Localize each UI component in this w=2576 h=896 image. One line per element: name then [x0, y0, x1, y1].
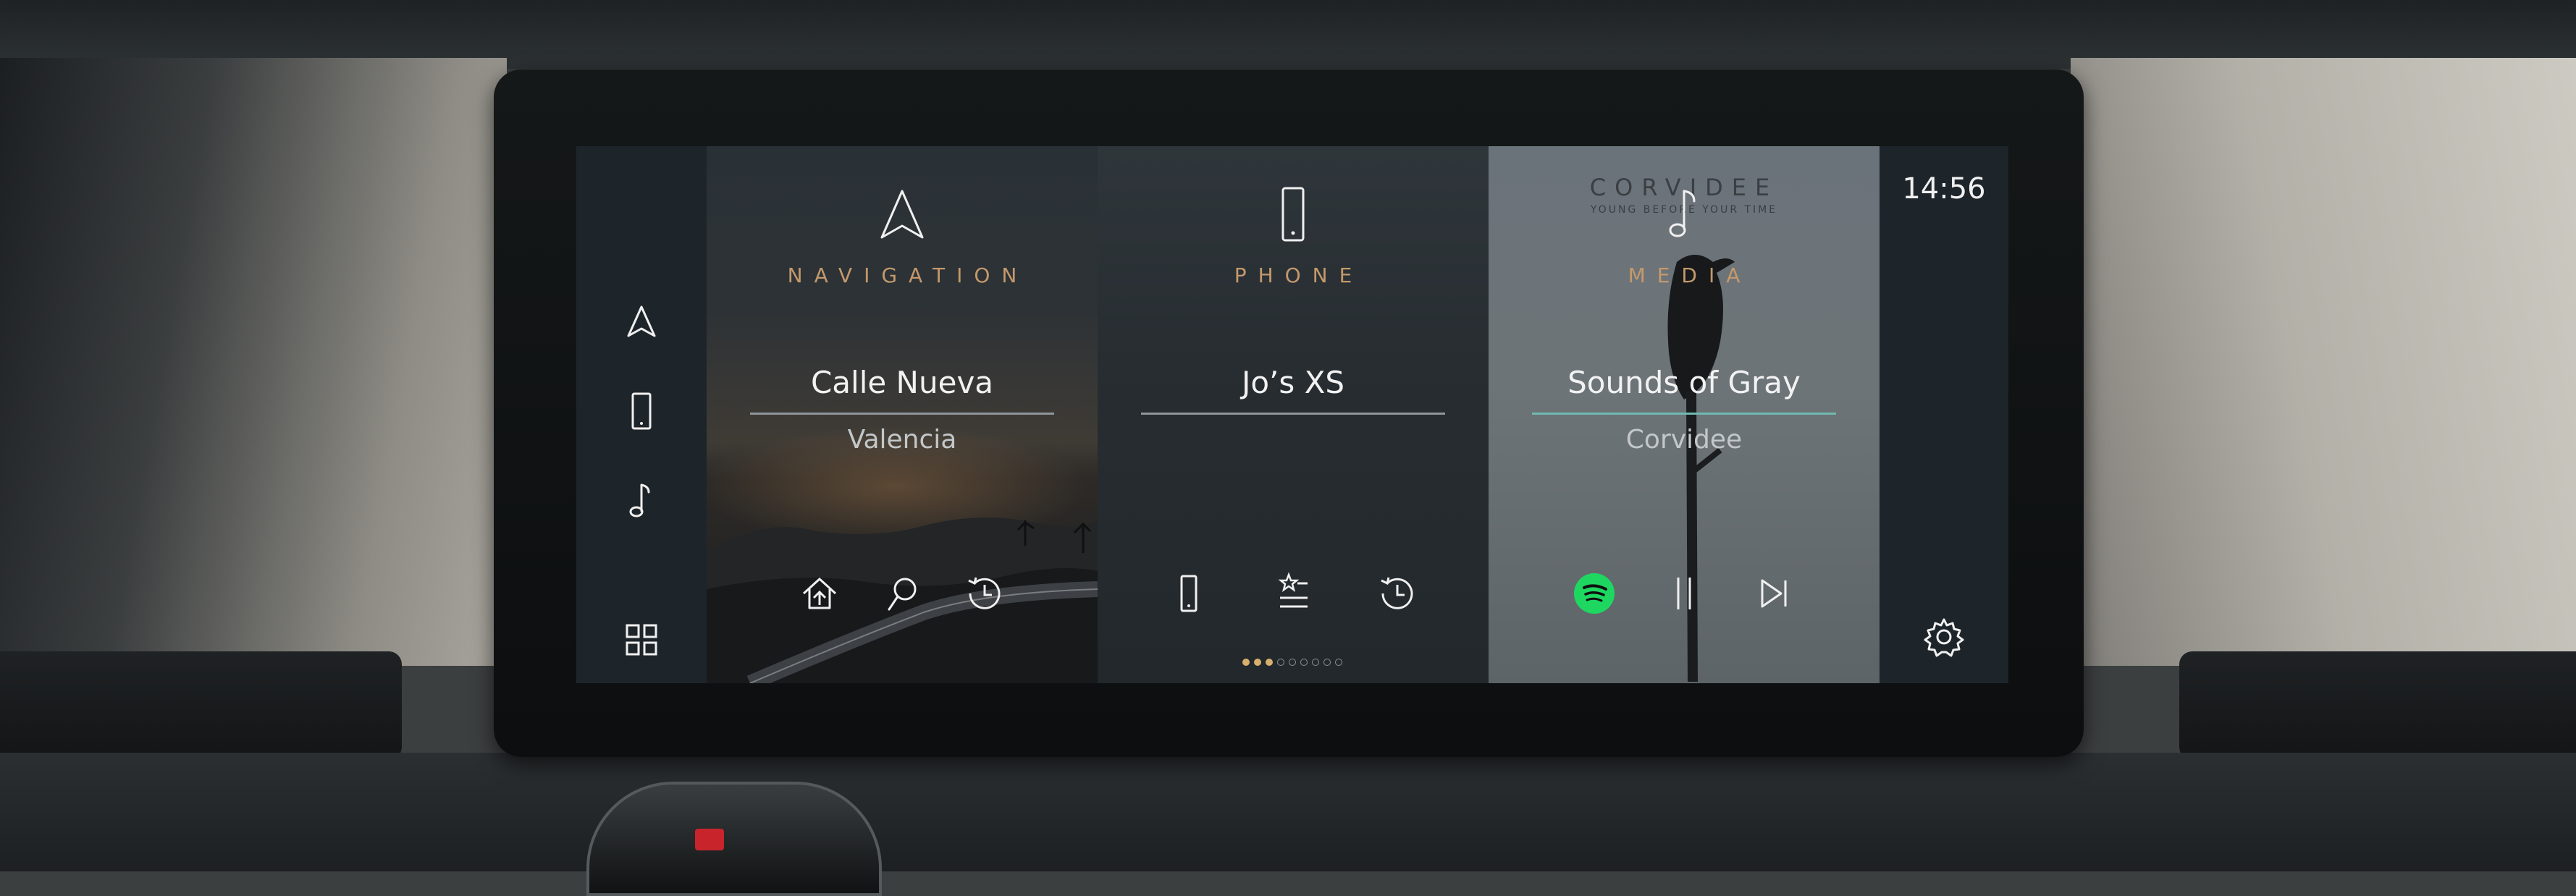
- page-indicator: [1242, 659, 1344, 669]
- infotainment-screen: NAVIGATION Calle Nueva Valencia PHONE Jo…: [576, 146, 2008, 683]
- navigation-arrow-icon: [880, 190, 924, 239]
- media-label: MEDIA: [1628, 263, 1752, 287]
- pause-icon: [1677, 578, 1691, 609]
- skip-next-icon: [1761, 579, 1787, 608]
- phone-favorites-button[interactable]: [1267, 567, 1319, 620]
- app-grid-icon: [626, 624, 657, 656]
- favorites-list-icon: [1278, 572, 1308, 608]
- media-pause-button[interactable]: [1658, 567, 1710, 620]
- gear-icon: [1924, 618, 1964, 657]
- rail-item-media[interactable]: [620, 479, 663, 523]
- phone-card-icon: [1264, 182, 1322, 248]
- phone-label: PHONE: [1234, 263, 1364, 287]
- navigation-city: Valencia: [847, 425, 957, 455]
- navigation-destination: Calle Nueva: [810, 365, 994, 400]
- phone-dialer-button[interactable]: [1163, 567, 1215, 620]
- page-dot[interactable]: [1312, 659, 1319, 666]
- page-dot[interactable]: [1335, 659, 1342, 666]
- rail-item-apps[interactable]: [620, 618, 663, 662]
- dashboard-right-panel: [2071, 58, 2576, 666]
- music-note-icon: [629, 483, 650, 517]
- phone-divider: [1141, 413, 1445, 415]
- phone-card[interactable]: PHONE Jo’s XS: [1098, 146, 1489, 683]
- phone-icon: [1281, 187, 1305, 242]
- navigation-home-button[interactable]: [794, 567, 846, 620]
- page-dot[interactable]: [1289, 659, 1296, 666]
- navigation-search-button[interactable]: [876, 567, 928, 620]
- navigation-arrow-icon: [627, 305, 656, 337]
- settings-button[interactable]: [1918, 611, 1970, 663]
- home-icon: [802, 578, 837, 609]
- media-artist: Corvidee: [1625, 425, 1743, 455]
- page-dot[interactable]: [1277, 659, 1284, 666]
- search-icon: [888, 578, 917, 611]
- rail-item-navigation[interactable]: [620, 300, 663, 343]
- page-dot[interactable]: [1266, 659, 1273, 666]
- media-track-title: Sounds of Gray: [1567, 365, 1801, 400]
- phone-device-name: Jo’s XS: [1241, 365, 1345, 400]
- navigation-label: NAVIGATION: [787, 263, 1029, 287]
- navigation-divider: [750, 413, 1054, 415]
- navigation-history-button[interactable]: [959, 567, 1011, 620]
- media-progress-line: [1532, 413, 1836, 415]
- rail-item-phone[interactable]: [620, 389, 663, 433]
- page-dot[interactable]: [1323, 659, 1331, 666]
- music-note-icon: [1669, 190, 1696, 237]
- media-card[interactable]: CORVIDEE YOUNG BEFORE YOUR TIME MEDIA So…: [1489, 146, 1880, 683]
- dashboard-left-panel: [0, 58, 507, 666]
- gear-selector-indicator: [695, 829, 724, 850]
- gear-selector: [586, 782, 882, 896]
- phone-icon: [631, 392, 652, 430]
- road-landscape-image: [707, 517, 1098, 683]
- spotify-icon: [1574, 573, 1615, 614]
- center-console: [0, 753, 2576, 871]
- media-card-icon: [1655, 182, 1713, 248]
- navigation-card[interactable]: NAVIGATION Calle Nueva Valencia: [707, 146, 1098, 683]
- right-rail: 14:56: [1880, 146, 2008, 683]
- phone-icon: [1180, 575, 1197, 612]
- media-next-button[interactable]: [1748, 567, 1800, 620]
- air-vent-right: [2179, 651, 2576, 760]
- page-dot[interactable]: [1242, 659, 1250, 666]
- left-rail: [576, 146, 707, 683]
- air-vent-left: [0, 651, 402, 760]
- history-icon: [968, 577, 1001, 609]
- page-dot[interactable]: [1254, 659, 1261, 666]
- clock: 14:56: [1902, 172, 1986, 206]
- navigation-card-icon: [873, 182, 931, 248]
- page-dot[interactable]: [1300, 659, 1308, 666]
- phone-recents-button[interactable]: [1371, 567, 1423, 620]
- media-source-spotify-button[interactable]: [1568, 567, 1620, 620]
- history-icon: [1381, 577, 1413, 609]
